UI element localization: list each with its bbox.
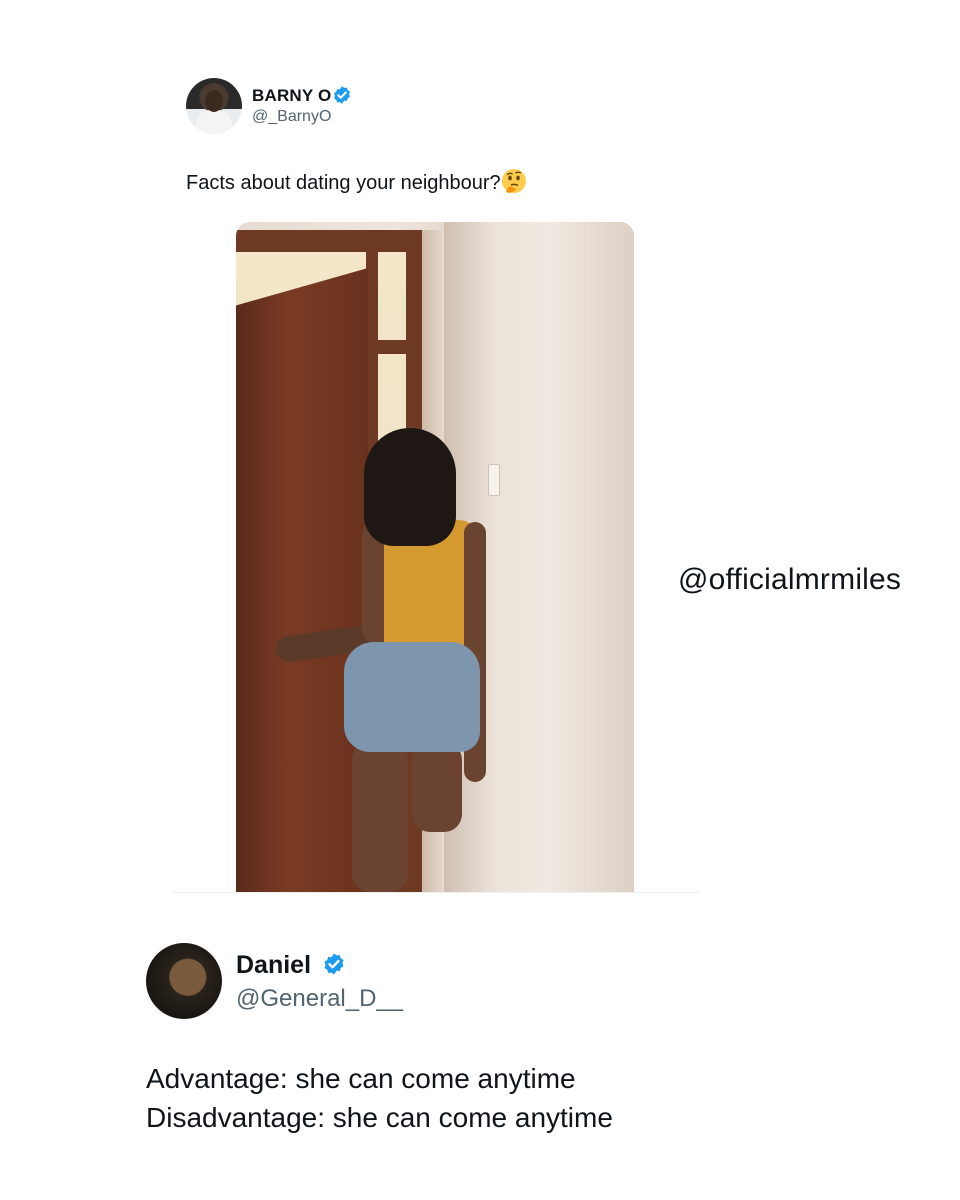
- watermark-handle: @officialmrmiles: [678, 563, 902, 596]
- tweet-photo[interactable]: [236, 222, 634, 892]
- avatar-head: [205, 90, 223, 112]
- photo-hair: [364, 428, 456, 546]
- avatar-daniel[interactable]: [146, 943, 222, 1019]
- reply-display-name[interactable]: Daniel: [236, 951, 311, 980]
- tweet-text-content: Facts about dating your neighbour?: [186, 172, 501, 194]
- avatar-barny[interactable]: [186, 78, 242, 134]
- photo-door: [236, 268, 368, 892]
- thinking-face-icon: [501, 169, 526, 193]
- verified-badge-icon: [324, 953, 344, 975]
- verified-badge-icon: [334, 86, 350, 104]
- divider: [172, 892, 700, 893]
- tweet-text: Facts about dating your neighbour?: [186, 168, 527, 195]
- reply-text-line-1: Advantage: she can come anytime: [146, 1063, 576, 1094]
- photo-transom: [366, 340, 422, 354]
- photo-denim-shorts: [344, 642, 480, 752]
- user-handle[interactable]: @_BarnyO: [252, 108, 331, 126]
- reply-user-handle[interactable]: @General_D__: [236, 985, 403, 1013]
- display-name[interactable]: BARNY O: [252, 86, 332, 106]
- photo-leg-left: [352, 742, 408, 892]
- photo-leg-right: [412, 742, 462, 832]
- avatar-shirt: [196, 110, 232, 134]
- reply-text-line-2: Disadvantage: she can come anytime: [146, 1102, 613, 1133]
- photo-light-switch: [488, 464, 500, 496]
